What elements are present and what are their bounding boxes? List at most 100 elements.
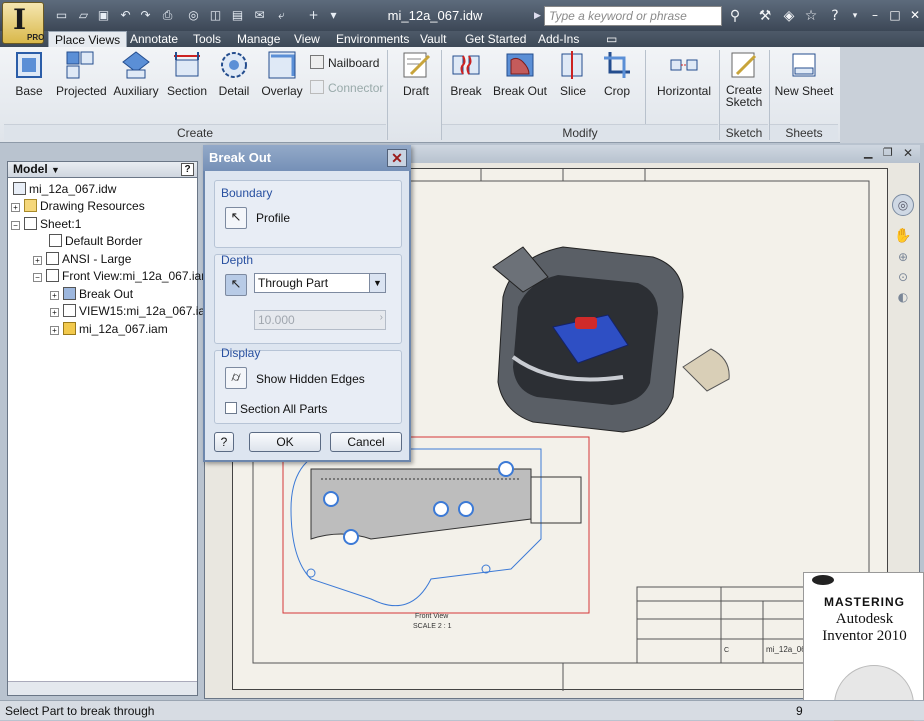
browser-title: Model [13, 162, 48, 176]
create-sketch-button[interactable]: Create Sketch [722, 50, 766, 108]
expand-icon[interactable]: + [33, 256, 42, 265]
browser-dropdown-icon[interactable]: ▼ [51, 165, 60, 175]
detail-view-button[interactable]: Detail [214, 50, 254, 98]
qat-dropdown-icon[interactable]: ▾ [326, 8, 341, 22]
expand-icon[interactable]: + [50, 326, 59, 335]
tree-item-sheet[interactable]: − Sheet:1 [11, 216, 81, 233]
zoom-window-icon[interactable]: ⊙ [890, 270, 916, 284]
binoculars-icon[interactable]: ⚲ [726, 7, 744, 25]
cursor-arrow-icon: ↖ [230, 210, 242, 225]
favorites-icon[interactable]: ☆ [802, 7, 820, 25]
tab-environments[interactable]: Environments [330, 31, 415, 47]
tab-add-ins[interactable]: Add-Ins [532, 31, 585, 47]
steering-wheel-icon[interactable]: ◎ [892, 194, 914, 216]
look-at-icon[interactable]: ◐ [890, 290, 916, 304]
dialog-help-button[interactable]: ? [214, 432, 234, 452]
expand-icon[interactable]: + [50, 291, 59, 300]
slice-button[interactable]: Slice [556, 50, 590, 98]
draft-view-button[interactable]: Draft [396, 50, 436, 98]
print-icon[interactable]: ⎙ [160, 8, 175, 22]
tree-label: ANSI - Large [62, 252, 132, 266]
group-sheets-label: Sheets [770, 124, 838, 140]
save-icon[interactable]: ▣ [96, 8, 111, 22]
search-input[interactable]: Type a keyword or phrase [544, 6, 722, 26]
update-icon[interactable]: ◎ [186, 8, 201, 22]
tree-item-assembly[interactable]: + mi_12a_067.iam [50, 321, 168, 338]
tree-item-document[interactable]: mi_12a_067.idw [13, 181, 116, 198]
depth-select-button[interactable]: ↖ [225, 274, 247, 296]
expand-icon[interactable]: + [11, 203, 20, 212]
undo-icon[interactable]: ↶ [118, 8, 133, 22]
chevron-right-icon[interactable]: › [380, 312, 383, 323]
ribbon-empty-area [840, 47, 924, 143]
projected-view-button[interactable]: Projected [56, 50, 107, 98]
tab-get-started[interactable]: Get Started [459, 31, 532, 47]
browser-horizontal-scrollbar[interactable] [8, 681, 197, 695]
tree-item-default-border[interactable]: Default Border [49, 233, 142, 250]
depth-distance-input[interactable]: 10.000 › [254, 310, 386, 330]
break-button[interactable]: Break [448, 50, 484, 98]
section-view-button[interactable]: Section [166, 50, 208, 98]
chevron-down-icon[interactable]: ▼ [369, 274, 385, 292]
tab-tools[interactable]: Tools [187, 31, 227, 47]
tab-vault[interactable]: Vault [414, 31, 452, 47]
measure-icon[interactable]: ✉ [252, 8, 267, 22]
tree-item-ansi-large[interactable]: + ANSI - Large [33, 251, 131, 268]
tab-view[interactable]: View [288, 31, 326, 47]
redo-icon[interactable]: ↷ [138, 8, 153, 22]
select-icon[interactable]: ◫ [208, 8, 223, 22]
project-icon[interactable]: ▤ [230, 8, 245, 22]
canvas-minimize-button[interactable]: ▁ [864, 146, 872, 159]
tab-place-views[interactable]: Place Views [48, 31, 128, 47]
overlay-view-button[interactable]: Overlay [260, 50, 304, 98]
tools-icon[interactable]: ⚒ [756, 7, 774, 25]
expand-icon[interactable]: + [50, 308, 59, 317]
collapse-icon[interactable]: − [33, 273, 42, 282]
collapse-icon[interactable]: − [11, 221, 20, 230]
tree-item-drawing-resources[interactable]: + Drawing Resources [11, 198, 145, 215]
return-icon[interactable]: ⤶ [274, 8, 289, 22]
communication-icon[interactable]: ◈ [780, 7, 798, 25]
group-modify-label: Modify [442, 124, 718, 140]
tab-annotate[interactable]: Annotate [124, 31, 184, 47]
search-expand-icon[interactable]: ▶ [534, 6, 544, 26]
auxiliary-view-button[interactable]: Auxiliary [112, 50, 160, 98]
canvas-close-button[interactable]: ✕ [903, 146, 913, 160]
help-dropdown-icon[interactable]: ▾ [846, 7, 864, 25]
tree-label: Default Border [65, 234, 143, 248]
add-icon[interactable]: + [306, 8, 321, 22]
tree-item-view15[interactable]: + VIEW15:mi_12a_067.iam [50, 303, 215, 320]
new-icon[interactable]: ▭ [54, 8, 69, 22]
connector-button[interactable]: Connector [310, 80, 383, 95]
maximize-button[interactable]: □ [884, 6, 906, 24]
canvas-restore-button[interactable]: ❐ [883, 146, 893, 159]
close-button[interactable]: ✕ [904, 6, 924, 24]
break-out-button[interactable]: Break Out [492, 50, 548, 98]
application-menu-button[interactable]: I PRO [2, 2, 44, 44]
tree-item-break-out[interactable]: + Break Out [50, 286, 133, 303]
nailboard-button[interactable]: Nailboard [310, 55, 379, 70]
section-all-parts-checkbox[interactable] [225, 402, 237, 414]
tab-manage[interactable]: Manage [231, 31, 286, 47]
browser-header[interactable]: Model ▼ ? [7, 161, 198, 178]
cancel-button[interactable]: Cancel [330, 432, 402, 452]
cylinder-icon: ⌭ [231, 370, 241, 385]
pan-icon[interactable]: ✋ [890, 228, 916, 244]
tree-item-front-view[interactable]: − Front View:mi_12a_067.iam [33, 268, 211, 285]
profile-select-button[interactable]: ↖ [225, 207, 247, 229]
zoom-icon[interactable]: ⊕ [890, 250, 916, 264]
hidden-edges-button[interactable]: ⌭ [225, 367, 247, 389]
help-icon[interactable]: ? [826, 7, 844, 25]
base-view-button[interactable]: Base [8, 50, 50, 98]
crop-button[interactable]: Crop [600, 50, 634, 98]
open-icon[interactable]: ▱ [76, 8, 91, 22]
ok-button[interactable]: OK [249, 432, 321, 452]
ribbon-minimize-icon[interactable]: ▭ [600, 31, 623, 47]
view-label: Front View [415, 613, 449, 620]
minimize-button[interactable]: – [864, 6, 886, 24]
depth-dropdown[interactable]: Through Part ▼ [254, 273, 386, 293]
browser-help-icon[interactable]: ? [181, 163, 194, 176]
horizontal-align-button[interactable]: Horizontal [652, 50, 716, 98]
dialog-close-button[interactable]: ✕ [387, 149, 407, 167]
new-sheet-button[interactable]: New Sheet [772, 50, 836, 98]
